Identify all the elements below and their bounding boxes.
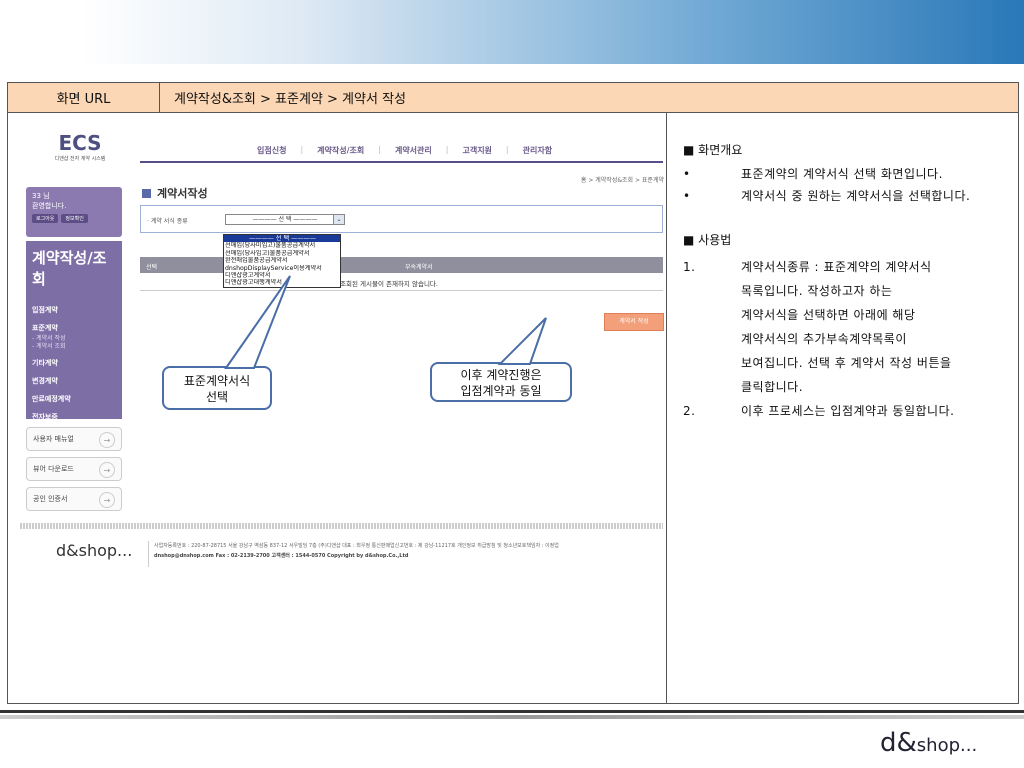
description: ■ 화면개요 • 표준계약의 계약서식 선택 화면입니다. • 계약서식 중 원하는… [683, 141, 1013, 423]
col-attach: 부속계약서 [405, 264, 433, 271]
breadcrumb: 홈 > 계약작성&조회 > 표준계약 [580, 177, 664, 184]
gnav-item[interactable]: 입점신청 [257, 145, 286, 156]
certificate-button[interactable]: 공인 인증서 → [26, 487, 122, 511]
col-select: 선택 [146, 264, 158, 271]
nav-item[interactable]: 입점계약 [32, 305, 116, 315]
usage-item: 클릭합니다. [741, 380, 804, 394]
usage-item: 2. 이후 프로세스는 입점계약과 동일합니다. [683, 404, 955, 418]
table-header: 선택 부속계약서 [140, 257, 663, 273]
usage-item: 계약서식의 추가부속계약목록이 [741, 332, 907, 346]
nav-item[interactable]: 만료예정계약 [32, 394, 116, 404]
footer-separator [148, 541, 149, 567]
footer-text: 사업자등록번호 : 220-87-28715 서울 강남구 역삼동 837-12… [154, 543, 559, 559]
dropdown-option[interactable]: dnshopDisplayService이용계약서 [224, 265, 340, 272]
url-bar: 화면 URL 계약작성&조회 > 표준계약 > 계약서 작성 [8, 83, 1018, 113]
gnav-item[interactable]: 관리자함 [523, 145, 552, 156]
usage-item: 계약서식을 선택하면 아래에 해당 [741, 308, 916, 322]
usage-item: 보여집니다. 선택 후 계약서 작성 버튼을 [741, 356, 952, 370]
description-column: ■ 화면개요 • 표준계약의 계약서식 선택 화면입니다. • 계약서식 중 원하는… [666, 113, 1018, 703]
gnav-underline [140, 161, 663, 163]
footer-logo: d&shop... [56, 541, 133, 560]
top-gradient-band [0, 0, 1024, 64]
form-label: · 계약 서식 종류 [147, 218, 188, 225]
dropdown-option[interactable]: 선매입(당사입고)물품공급계약서 [224, 250, 340, 257]
nav-item[interactable]: 표준계약 [32, 323, 116, 333]
welcome-box: 33 님 환영합니다. 로그아웃 정보확인 [26, 187, 122, 237]
callout-process-same: 이후 계약진행은 입점계약과 동일 [430, 362, 572, 402]
url-value: 계약작성&조회 > 표준계약 > 계약서 작성 [174, 92, 406, 107]
dropdown-option[interactable]: ———— 선 택 ———— [224, 235, 340, 243]
global-nav: 입점신청 | 계약작성/조회 | 계약서관리 | 고객지원 | 관리자함 [257, 145, 553, 156]
page-title: 계약서작성 [142, 185, 208, 201]
ecs-logo[interactable]: ECS 디앤샵 전자 계약 시스템 [40, 131, 120, 162]
myinfo-button[interactable]: 정보확인 [61, 214, 88, 223]
logout-button[interactable]: 로그아웃 [32, 214, 59, 223]
gnav-item[interactable]: 계약서관리 [395, 145, 432, 156]
arrow-icon: → [99, 432, 115, 448]
footer-divider [20, 523, 663, 529]
nav-item[interactable]: 기타계약 [32, 358, 116, 368]
nav-title: 계약작성/조회 [32, 249, 107, 288]
dropdown-option[interactable]: 디앤샵광고대행계약서 [224, 279, 340, 286]
manual-button[interactable]: 사용자 매뉴얼 → [26, 427, 122, 451]
arrow-icon: → [99, 492, 115, 508]
table-row: 조회된 게시물이 존재하지 않습니다. [140, 273, 663, 291]
brand-logo: d&shop... [880, 728, 978, 758]
usage-item: 목록입니다. 작성하고자 하는 [741, 284, 893, 298]
bottom-rule [0, 710, 1024, 713]
contract-type-dropdown: ———— 선 택 ———— 선매입(당사미입고)물품공급계약서 선매입(당사입고… [223, 234, 341, 288]
url-key: 화면 URL [8, 83, 160, 112]
title-square-icon [142, 189, 151, 198]
form-box: · 계약 서식 종류 ———— 선 택 ———— ⌄ [140, 205, 663, 233]
nav-item[interactable]: 변경계약 [32, 376, 116, 386]
viewer-download-button[interactable]: 뷰어 다운로드 → [26, 457, 122, 481]
overview-item: • 표준계약의 계약서식 선택 화면입니다. [683, 167, 943, 181]
arrow-icon: → [99, 462, 115, 478]
dropdown-option[interactable]: 완전매입물품공급계약서 [224, 257, 340, 264]
gnav-item[interactable]: 고객지원 [462, 145, 491, 156]
overview-title: ■ 화면개요 [683, 143, 743, 157]
usage-item: 1. 계약서식종류 : 표준계약의 계약서식 [683, 260, 932, 274]
chevron-down-icon: ⌄ [333, 215, 344, 224]
dropdown-option[interactable]: 디앤샵광고계약서 [224, 272, 340, 279]
callout-select-form: 표준계약서식 선택 [162, 366, 272, 410]
nav-subitem[interactable]: - 계약서 조회 [32, 343, 116, 351]
write-contract-button[interactable]: 계약서 작성 [604, 313, 664, 331]
overview-item: • 계약서식 중 원하는 계약서식을 선택합니다. [683, 189, 971, 203]
bottom-rule-shadow [0, 715, 1024, 719]
empty-message: 조회된 게시물이 존재하지 않습니다. [340, 280, 438, 288]
usage-title: ■ 사용법 [683, 233, 732, 247]
nav-item[interactable]: 전자보증 [32, 412, 116, 422]
gnav-item[interactable]: 계약작성/조회 [317, 145, 364, 156]
dropdown-option[interactable]: 선매입(당사미입고)물품공급계약서 [224, 242, 340, 249]
left-nav: 계약작성/조회 입점계약 표준계약 - 계약서 작성 - 계약서 조회 기타계약… [26, 241, 122, 422]
contract-type-select[interactable]: ———— 선 택 ———— ⌄ [225, 214, 345, 225]
